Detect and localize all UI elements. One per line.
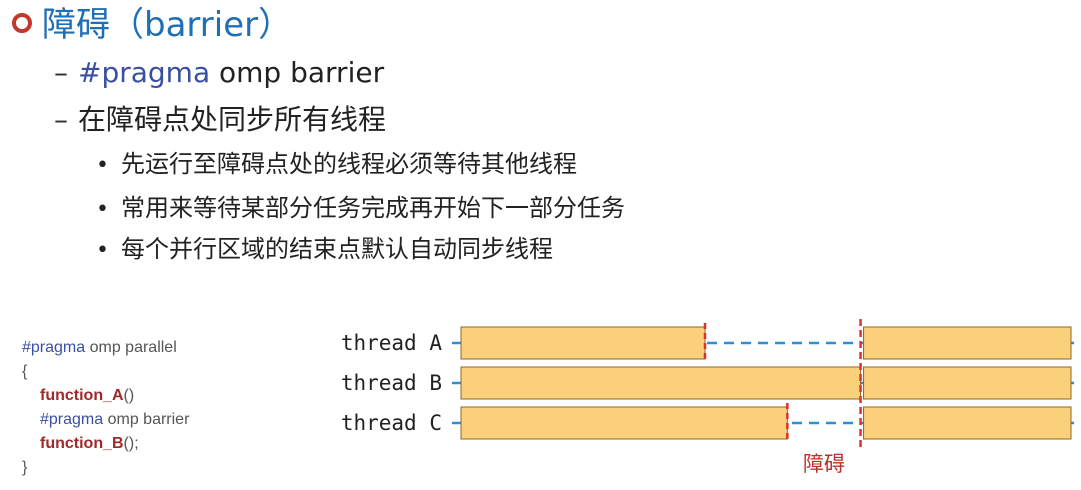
thread-b-label: thread B (341, 371, 442, 395)
thread-c-bar-after-barrier (863, 406, 1072, 440)
code-line-close-brace: } (22, 459, 28, 476)
thread-c-label: thread C (341, 411, 442, 435)
bullet-l2-third: • 每个并行区域的结束点默认自动同步线程 (96, 237, 553, 262)
thread-a-bar-after-barrier (863, 326, 1072, 360)
sync-text: 在障碍点处同步所有线程 (78, 103, 387, 136)
dot-icon: • (96, 238, 109, 263)
circle-bullet-icon (12, 13, 32, 33)
slide-title: 障碍（barrier） (42, 5, 293, 45)
code-line-function-b: function_B(); (40, 435, 139, 452)
thread-a-label: thread A (341, 331, 443, 355)
code-line-open-brace: { (22, 363, 28, 380)
bullet-l1-pragma: – #pragma omp barrier (54, 59, 384, 87)
code-listing: #pragma omp parallel { function_A() #pra… (22, 336, 189, 480)
code-line-function-a: function_A() (40, 387, 135, 404)
code-line-pragma-barrier: #pragma omp barrier (40, 411, 190, 428)
pragma-rest: omp barrier (210, 56, 385, 89)
bullet-l1-sync: – 在障碍点处同步所有线程 (54, 106, 386, 134)
thread-a-bar-before-barrier (460, 326, 706, 360)
pragma-keyword: #pragma (78, 56, 211, 89)
bullet-l2-first: • 先运行至障碍点处的线程必须等待其他线程 (96, 152, 577, 177)
code-line-pragma-parallel: #pragma omp parallel (22, 339, 177, 356)
bullet-l2-text: 常用来等待某部分任务完成再开始下一部分任务 (120, 194, 625, 222)
dash-icon: – (54, 103, 68, 136)
slide-title-row: 障碍（barrier） (12, 0, 292, 50)
bullet-l2-text: 先运行至障碍点处的线程必须等待其他线程 (120, 150, 577, 178)
bullet-l2-second: • 常用来等待某部分任务完成再开始下一部分任务 (96, 196, 625, 221)
thread-b-bar-before-barrier (460, 366, 862, 400)
thread-c-bar-before-barrier (460, 406, 788, 440)
dot-icon: • (96, 153, 109, 178)
barrier-timing-diagram: thread A thread B thread C 障碍 (341, 319, 1078, 476)
thread-b-bar-after-barrier (863, 366, 1072, 400)
barrier-label: 障碍 (803, 452, 845, 476)
dot-icon: • (96, 197, 109, 222)
dash-icon: – (54, 56, 68, 89)
bullet-l2-text: 每个并行区域的结束点默认自动同步线程 (120, 235, 553, 263)
